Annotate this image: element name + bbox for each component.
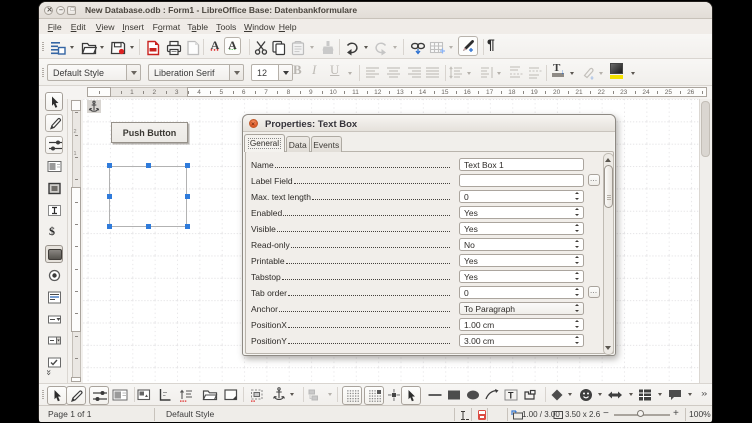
svg-text:T: T — [508, 391, 514, 401]
